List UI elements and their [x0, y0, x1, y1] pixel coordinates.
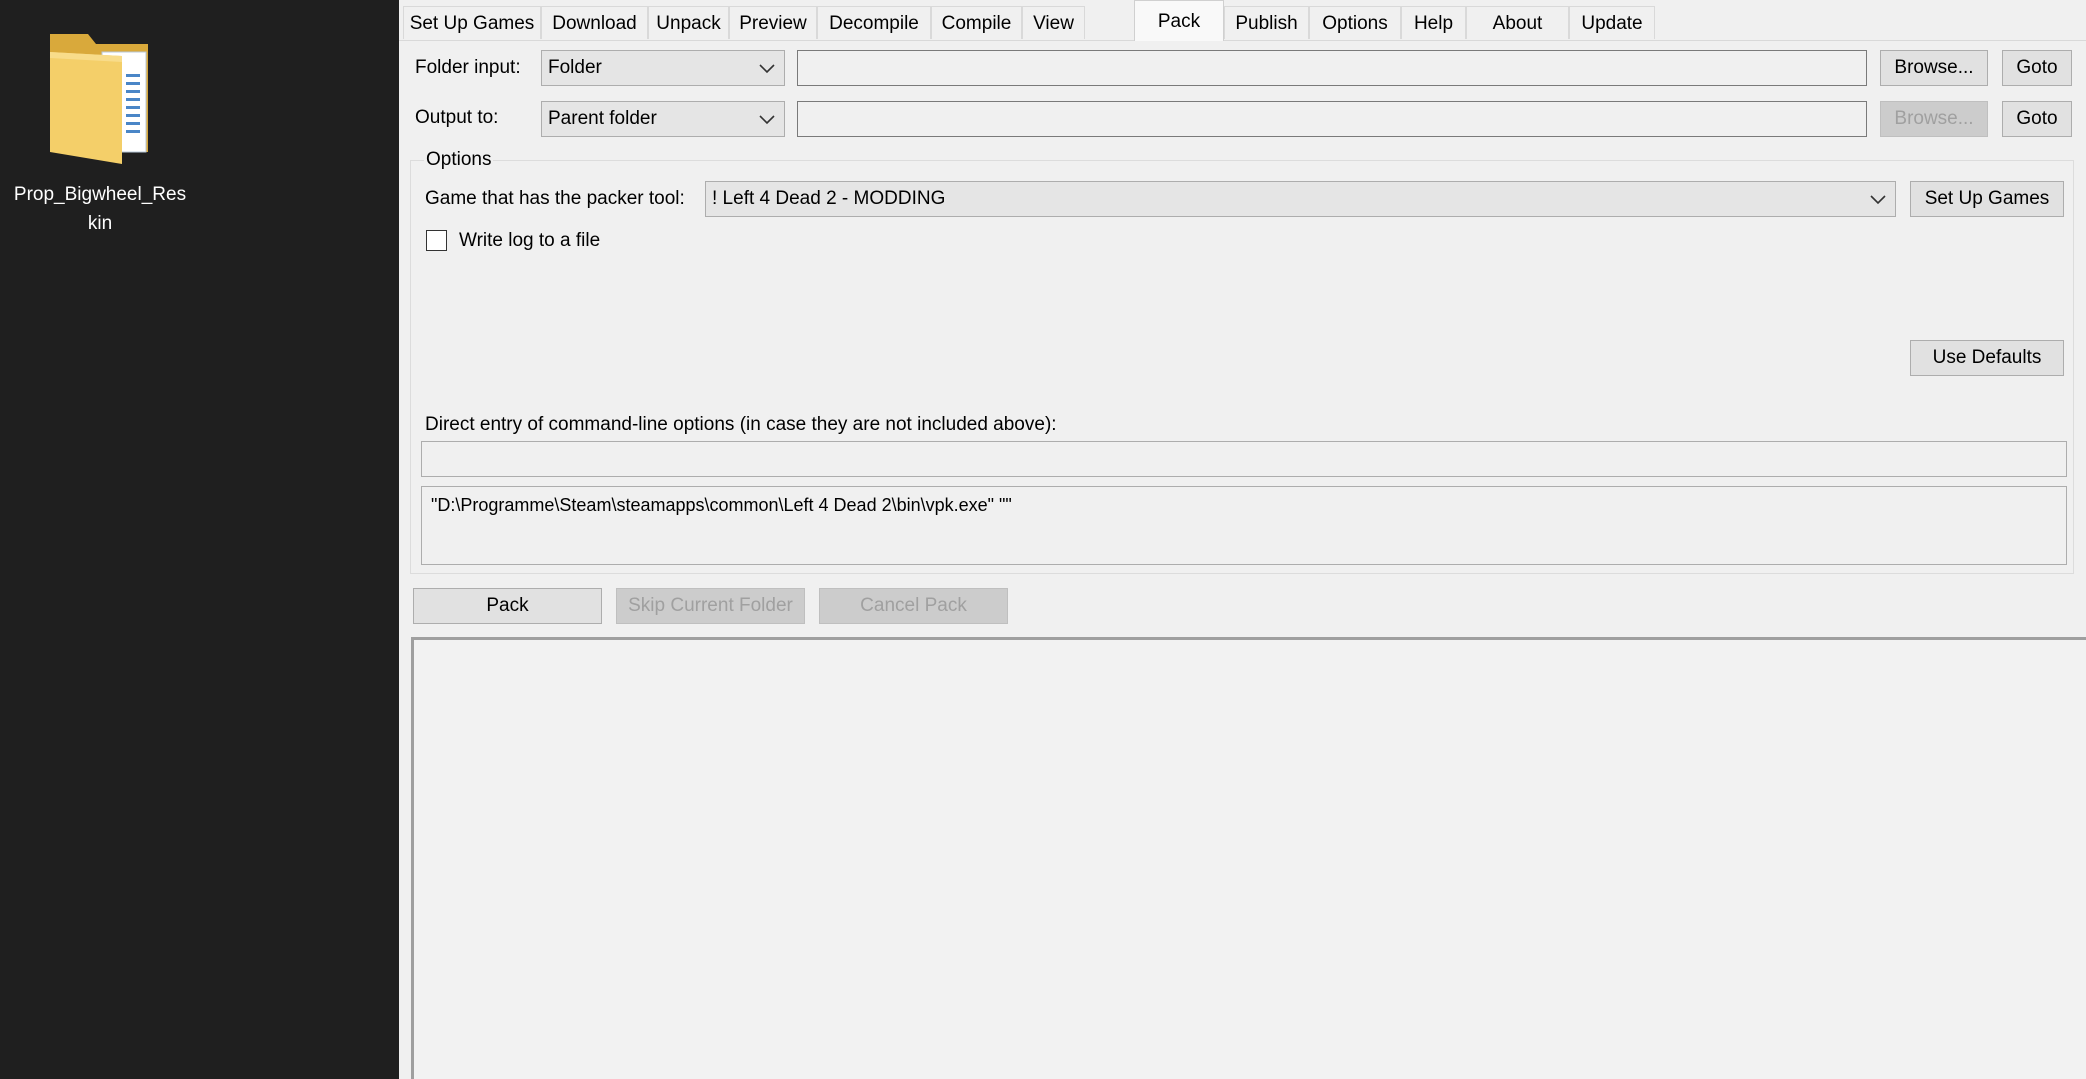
chevron-down-icon — [758, 57, 776, 79]
tab-publish[interactable]: Publish — [1224, 6, 1309, 39]
cancel-pack-button[interactable]: Cancel Pack — [819, 588, 1008, 624]
folder-input-mode-value: Folder — [548, 57, 602, 78]
tab-preview[interactable]: Preview — [729, 6, 817, 39]
folder-input-path-field[interactable] — [797, 50, 1867, 86]
tab-help[interactable]: Help — [1401, 6, 1466, 39]
output-to-path-field[interactable] — [797, 101, 1867, 137]
packer-game-label: Game that has the packer tool: — [425, 188, 685, 209]
folder-input-mode-select[interactable]: Folder — [541, 50, 785, 86]
tab-bar: Set Up Games Download Unpack Preview Dec… — [399, 0, 2086, 41]
write-log-label: Write log to a file — [459, 230, 601, 251]
tab-unpack[interactable]: Unpack — [648, 6, 729, 39]
set-up-games-button[interactable]: Set Up Games — [1910, 181, 2064, 217]
write-log-checkbox[interactable] — [426, 230, 447, 251]
output-to-mode-select[interactable]: Parent folder — [541, 101, 785, 137]
chevron-down-icon — [758, 108, 776, 130]
command-preview-box: "D:\Programme\Steam\steamapps\common\Lef… — [421, 486, 2067, 565]
output-to-goto-button[interactable]: Goto — [2002, 101, 2072, 137]
desktop: Prop_Bigwheel_Reskin — [0, 0, 399, 1079]
skip-current-folder-button[interactable]: Skip Current Folder — [616, 588, 805, 624]
tab-about[interactable]: About — [1466, 6, 1569, 39]
folder-input-goto-button[interactable]: Goto — [2002, 50, 2072, 86]
log-output-panel[interactable] — [411, 637, 2086, 1079]
chevron-down-icon — [1869, 188, 1887, 210]
crowbar-window: Set Up Games Download Unpack Preview Dec… — [399, 0, 2086, 1079]
pack-button[interactable]: Pack — [413, 588, 602, 624]
output-to-mode-value: Parent folder — [548, 108, 657, 129]
output-to-browse-button[interactable]: Browse... — [1880, 101, 1988, 137]
direct-entry-field[interactable] — [421, 441, 2067, 477]
tab-options[interactable]: Options — [1309, 6, 1401, 39]
packer-game-value: ! Left 4 Dead 2 - MODDING — [712, 188, 946, 209]
folder-input-label: Folder input: — [415, 57, 521, 78]
desktop-folder-label: Prop_Bigwheel_Reskin — [13, 184, 187, 234]
tab-update[interactable]: Update — [1569, 6, 1655, 39]
tab-compile[interactable]: Compile — [931, 6, 1022, 39]
desktop-folder-item[interactable]: Prop_Bigwheel_Reskin — [10, 22, 190, 238]
tab-set-up-games[interactable]: Set Up Games — [403, 6, 541, 39]
output-to-label: Output to: — [415, 107, 499, 128]
options-group-title: Options — [424, 148, 494, 172]
packer-game-select[interactable]: ! Left 4 Dead 2 - MODDING — [705, 181, 1896, 217]
direct-entry-label: Direct entry of command-line options (in… — [425, 414, 1057, 435]
tab-download[interactable]: Download — [541, 6, 648, 39]
use-defaults-button[interactable]: Use Defaults — [1910, 340, 2064, 376]
tab-decompile[interactable]: Decompile — [817, 6, 931, 39]
tab-pack[interactable]: Pack — [1134, 0, 1224, 41]
tab-view[interactable]: View — [1022, 6, 1085, 39]
folder-icon — [40, 22, 160, 172]
folder-input-browse-button[interactable]: Browse... — [1880, 50, 1988, 86]
